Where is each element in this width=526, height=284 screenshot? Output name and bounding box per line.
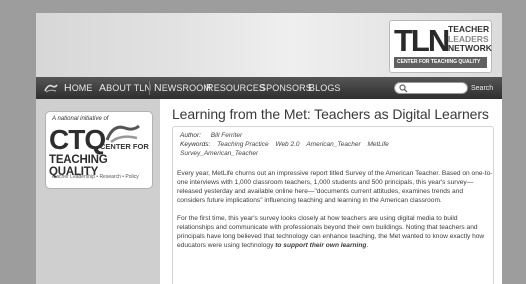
tln-word-network: NETWORK bbox=[448, 43, 492, 53]
keywords-label: Keywords: bbox=[180, 141, 211, 148]
post-paragraph-end: . bbox=[366, 242, 369, 249]
nav-home[interactable]: Home bbox=[64, 77, 93, 99]
keyword-link[interactable]: MetLife bbox=[367, 141, 388, 148]
tln-logo-letters: TLN bbox=[394, 23, 450, 58]
ctq-logo[interactable]: A national initiative of CTQ CENTER FOR … bbox=[45, 111, 153, 189]
post-paragraph: For the first time, this year's survey l… bbox=[177, 214, 493, 250]
ctq-swirl-icon bbox=[105, 124, 140, 144]
post-title[interactable]: Learning from the Met: Teachers as Digit… bbox=[172, 106, 489, 122]
nav-about-tln[interactable]: About TLN bbox=[99, 77, 151, 99]
page: TLN TEACHER LEADERS NETWORK CENTER FOR T… bbox=[36, 13, 502, 284]
ctq-letters: CTQ bbox=[49, 124, 106, 155]
keyword-link[interactable]: Survey_American_Teacher bbox=[180, 150, 258, 157]
main-nav: Home About TLN Newsroom Resources Sponso… bbox=[36, 77, 502, 99]
nav-resources[interactable]: Resources bbox=[206, 77, 265, 99]
author-link[interactable]: Bill Ferriter bbox=[211, 132, 242, 139]
nav-newsroom[interactable]: Newsroom bbox=[154, 77, 211, 99]
nav-blogs[interactable]: Blogs bbox=[308, 77, 341, 99]
search-icon bbox=[399, 84, 408, 93]
main-content: Learning from the Met: Teachers as Digit… bbox=[160, 99, 502, 284]
author-label: Author: bbox=[180, 132, 201, 139]
ctq-initiative-text: A national initiative of bbox=[52, 116, 109, 122]
tln-logo[interactable]: TLN TEACHER LEADERS NETWORK CENTER FOR T… bbox=[389, 20, 492, 73]
post-emphasis: to support their own learning bbox=[275, 242, 367, 249]
ctq-center-for: CENTER FOR bbox=[100, 142, 149, 151]
nav-sponsors[interactable]: Sponsors bbox=[259, 77, 312, 99]
tln-logo-words: TEACHER LEADERS NETWORK bbox=[448, 24, 492, 54]
search-input[interactable] bbox=[394, 82, 468, 94]
post-paragraph: Every year, MetLife churns out an impres… bbox=[177, 170, 493, 204]
keyword-link[interactable]: American_Teacher bbox=[306, 141, 360, 148]
keywords-line-2: Survey_American_Teacher bbox=[180, 149, 389, 158]
post-meta: Author: Bill Ferriter Keywords: Teaching… bbox=[180, 131, 389, 158]
keyword-link[interactable]: Web 2.0 bbox=[275, 141, 299, 148]
post-body: Every year, MetLife churns out an impres… bbox=[177, 169, 493, 259]
home-swirl-icon[interactable] bbox=[44, 82, 58, 94]
search-button[interactable]: Search bbox=[471, 77, 493, 99]
ctq-tagline: Teacher Leadership • Research • Policy bbox=[51, 174, 139, 180]
nav-divider bbox=[149, 81, 150, 95]
sidebar: A national initiative of CTQ CENTER FOR … bbox=[36, 99, 160, 284]
post-box: Author: Bill Ferriter Keywords: Teaching… bbox=[172, 126, 494, 284]
author-line: Author: Bill Ferriter bbox=[180, 131, 389, 140]
keywords-line: Keywords: Teaching Practice Web 2.0 Amer… bbox=[180, 140, 389, 149]
tln-logo-bar: CENTER FOR TEACHING QUALITY bbox=[394, 57, 487, 68]
header: TLN TEACHER LEADERS NETWORK CENTER FOR T… bbox=[36, 13, 502, 77]
keyword-link[interactable]: Teaching Practice bbox=[217, 141, 268, 148]
